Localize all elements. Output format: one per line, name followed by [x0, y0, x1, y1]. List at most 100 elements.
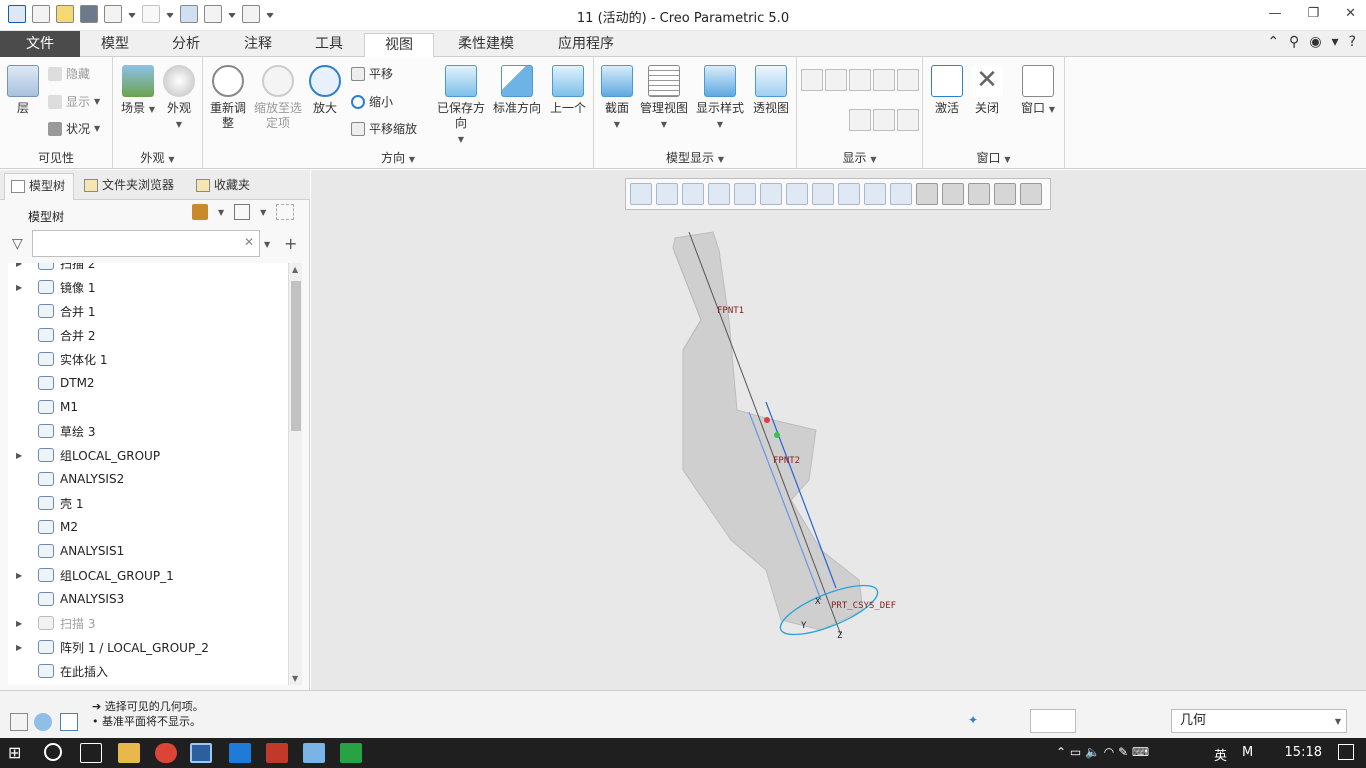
tray-icons[interactable]: ⌃ ▭ 🔈 ◠ ✎ ⌨ — [1056, 745, 1149, 759]
settings-icon[interactable] — [192, 204, 208, 220]
tree-item[interactable]: ANALYSIS1 — [8, 539, 288, 563]
edge-icon[interactable] — [229, 743, 251, 763]
tree-item[interactable]: 壳 1 — [8, 491, 288, 515]
show-list-icon[interactable] — [234, 204, 251, 220]
search-icon[interactable]: ⚲ — [1289, 34, 1299, 50]
tab-file[interactable]: 文件 — [0, 31, 80, 57]
notifications-icon[interactable] — [1338, 744, 1354, 760]
tree-filter-input[interactable]: ✕ — [32, 230, 260, 257]
find-icon[interactable] — [1030, 709, 1076, 733]
plane-tag-icon[interactable] — [801, 109, 823, 131]
zoom-in-button[interactable]: 放大 — [307, 65, 343, 116]
clock[interactable]: 15:18 — [1285, 745, 1322, 760]
tab-favorites[interactable]: 收藏夹 — [190, 173, 262, 200]
display-style-button[interactable]: 显示样式 ▼ — [694, 65, 746, 132]
show-navigator-icon[interactable] — [10, 713, 28, 731]
tree-item[interactable]: ▶ 扫描 3 — [8, 611, 288, 635]
expand-arrow-icon[interactable]: ▶ — [16, 263, 28, 268]
tree-item[interactable]: M1 — [8, 395, 288, 419]
tree-item[interactable]: ▶ 镜像 1 — [8, 275, 288, 299]
close-icon[interactable]: ✕ — [1345, 6, 1356, 21]
standard-orientation-button[interactable]: 标准方向 — [491, 65, 543, 116]
perspective-button[interactable]: 透视图 — [748, 65, 794, 116]
ime-mode-indicator[interactable]: M — [1242, 745, 1253, 760]
pan-button[interactable]: 平移 — [351, 65, 393, 82]
tree-item[interactable]: 草绘 3 — [8, 419, 288, 443]
saved-orientations-button[interactable]: 已保存方向 ▼ — [435, 65, 487, 147]
expand-arrow-icon[interactable]: ▶ — [16, 571, 28, 580]
show-browser-icon[interactable] — [34, 713, 52, 731]
expand-arrow-icon[interactable]: ▶ — [16, 619, 28, 628]
annotation-display-icon[interactable] — [897, 69, 919, 91]
show-button[interactable]: 显示 ▼ — [48, 93, 100, 110]
community-icon[interactable]: ◉ — [1309, 34, 1321, 50]
point-tag-icon[interactable] — [849, 109, 871, 131]
hide-button[interactable]: 隐藏 — [48, 65, 90, 82]
creo-taskbar-icon[interactable] — [190, 743, 212, 763]
tree-item[interactable]: ▶ 扫描 2 — [8, 263, 288, 275]
tab-applications[interactable]: 应用程序 — [536, 33, 636, 57]
collapse-ribbon-icon[interactable]: ⌃ — [1267, 34, 1279, 50]
filter-icon[interactable]: ▽ — [12, 236, 23, 252]
csys-display-icon[interactable] — [873, 69, 895, 91]
tree-item[interactable]: ▶ 组LOCAL_GROUP_1 — [8, 563, 288, 587]
group-label[interactable]: 外观 ▼ — [113, 149, 202, 166]
group-label[interactable]: 窗口 ▼ — [923, 149, 1064, 166]
chevron-down-icon[interactable]: ▼ — [218, 208, 224, 217]
tab-flexible-modeling[interactable]: 柔性建模 — [438, 33, 534, 57]
spin-center-icon[interactable] — [897, 109, 919, 131]
tree-item[interactable]: 合并 1 — [8, 299, 288, 323]
tab-view[interactable]: 视图 — [364, 33, 434, 58]
zoom-to-selected-button[interactable]: 缩放至选定项 — [253, 65, 303, 131]
columns-icon[interactable] — [276, 204, 295, 220]
point-display-icon[interactable] — [849, 69, 871, 91]
clear-filter-icon[interactable]: ✕ — [244, 235, 254, 249]
scene-button[interactable]: 场景 ▼ — [117, 65, 159, 117]
regen-status-icon[interactable]: ✦ — [968, 713, 984, 729]
minimize-icon[interactable]: — — [1268, 6, 1281, 21]
section-button[interactable]: 截面 ▼ — [598, 65, 636, 132]
scrollbar-thumb[interactable] — [291, 281, 301, 431]
tab-tools[interactable]: 工具 — [294, 33, 364, 57]
windows-button[interactable]: 窗口 ▼ — [1017, 65, 1059, 117]
search-icon[interactable] — [44, 743, 62, 761]
chevron-down-icon[interactable]: ▼ — [260, 208, 266, 217]
group-label[interactable]: 模型显示 ▼ — [594, 149, 796, 166]
tab-model[interactable]: 模型 — [84, 33, 146, 57]
task-view-icon[interactable] — [80, 743, 102, 763]
tree-item[interactable]: ▶ 阵列 1 / LOCAL_GROUP_2 — [8, 635, 288, 659]
tab-annotate[interactable]: 注释 — [222, 33, 294, 57]
tab-analysis[interactable]: 分析 — [150, 33, 222, 57]
expand-arrow-icon[interactable]: ▶ — [16, 643, 28, 652]
axis-tag-icon[interactable] — [825, 109, 847, 131]
tree-item[interactable]: 合并 2 — [8, 323, 288, 347]
selection-filter-select[interactable]: 几何 ▼ — [1171, 709, 1347, 733]
status-button[interactable]: 状况 ▼ — [48, 120, 100, 137]
expand-arrow-icon[interactable]: ▶ — [16, 283, 28, 292]
plane-display-icon[interactable] — [801, 69, 823, 91]
tree-scrollbar[interactable]: ▲ ▼ — [288, 263, 302, 685]
previous-orientation-button[interactable]: 上一个 — [547, 65, 589, 116]
csys-tag-icon[interactable] — [873, 109, 895, 131]
file-explorer-icon[interactable] — [118, 743, 140, 763]
tree-item[interactable]: 实体化 1 — [8, 347, 288, 371]
close-button[interactable]: ✕ 关闭 — [969, 65, 1005, 116]
tree-item[interactable]: 在此插入 — [8, 659, 288, 683]
manage-views-button[interactable]: 管理视图 ▼ — [638, 65, 690, 132]
refit-button[interactable]: 重新调整 — [207, 65, 249, 131]
group-label[interactable]: 方向 ▼ — [203, 149, 593, 166]
restore-icon[interactable]: ❐ — [1307, 6, 1319, 21]
appearance-button[interactable]: 外观 ▼ — [161, 65, 197, 132]
ime-indicator[interactable]: 英 — [1214, 745, 1227, 764]
graphics-area[interactable]: FPNT1 FPNT2 PRT_CSYS_DEF X Y Z — [311, 170, 1366, 690]
tree-item[interactable]: M2 — [8, 515, 288, 539]
group-label[interactable]: 显示 ▼ — [797, 149, 922, 166]
full-screen-icon[interactable] — [60, 713, 78, 731]
zoom-out-button[interactable]: 缩小 — [351, 93, 393, 110]
help-icon[interactable]: ? — [1349, 34, 1356, 50]
help-dropdown-icon[interactable]: ▾ — [1332, 34, 1339, 50]
notepad-icon[interactable] — [303, 743, 325, 763]
tree-item[interactable]: ▶ 组LOCAL_GROUP — [8, 443, 288, 467]
start-icon[interactable]: ⊞ — [8, 743, 30, 763]
activate-button[interactable]: 激活 — [929, 65, 965, 116]
